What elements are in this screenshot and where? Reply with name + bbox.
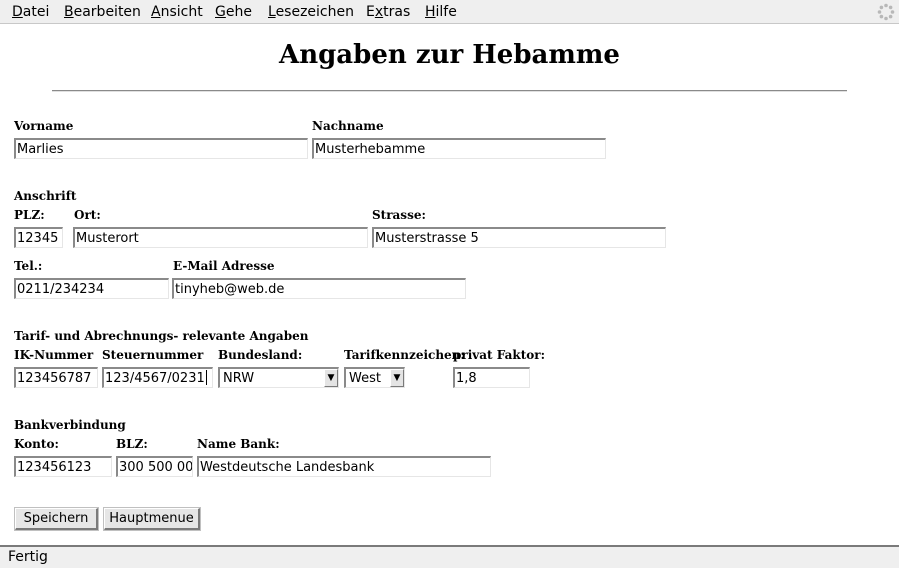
ort-input[interactable]: Musterort	[73, 227, 368, 248]
nachname-input[interactable]: Musterhebamme	[312, 138, 606, 159]
bundesland-value: NRW	[223, 371, 255, 386]
text-caret	[205, 370, 207, 385]
ik-label: IK-Nummer	[14, 348, 94, 362]
chevron-down-icon[interactable]: ▼	[324, 369, 338, 387]
chevron-down-icon[interactable]: ▼	[390, 369, 404, 387]
page-title: Angaben zur Hebamme	[279, 40, 620, 70]
plz-input[interactable]: 12345	[14, 227, 63, 248]
status-text: Fertig	[8, 549, 48, 565]
bundesland-select[interactable]: NRW ▼	[218, 367, 339, 388]
ort-label: Ort:	[74, 208, 101, 222]
ik-nummer-input[interactable]: 123456787	[14, 367, 98, 388]
privat-faktor-label: privat Faktor:	[453, 348, 545, 362]
privat-faktor-input[interactable]: 1,8	[453, 367, 530, 388]
plz-label: PLZ:	[14, 208, 45, 222]
tarifkennzeichen-value: West	[349, 371, 381, 386]
tarif-heading: Tarif- und Abrechnungs- relevante Angabe…	[14, 329, 309, 343]
menu-gehe[interactable]: Gehe	[215, 4, 252, 20]
steuernummer-label: Steuernummer	[102, 348, 204, 362]
blz-label: BLZ:	[116, 437, 148, 451]
name-bank-label: Name Bank:	[197, 437, 280, 451]
title-divider	[52, 90, 847, 92]
strasse-input[interactable]: Musterstrasse 5	[372, 227, 666, 248]
bundesland-label: Bundesland:	[218, 348, 303, 362]
menu-extras[interactable]: Extras	[366, 4, 410, 20]
konto-label: Konto:	[14, 437, 59, 451]
steuernummer-input[interactable]: 123/4567/0231	[102, 367, 213, 388]
menu-lesezeichen[interactable]: Lesezeichen	[268, 4, 354, 20]
menu-ansicht[interactable]: Ansicht	[151, 4, 203, 20]
steuernummer-value: 123/4567/0231	[105, 371, 205, 386]
vorname-label: Vorname	[14, 119, 74, 133]
throbber-icon	[877, 3, 895, 21]
menu-hilfe[interactable]: Hilfe	[425, 4, 457, 20]
konto-input[interactable]: 123456123	[14, 456, 112, 477]
name-bank-input[interactable]: Westdeutsche Landesbank	[197, 456, 491, 477]
tarifkennzeichen-label: Tarifkennzeichen:	[344, 348, 465, 362]
bank-heading: Bankverbindung	[14, 418, 126, 432]
vorname-input[interactable]: Marlies	[14, 138, 308, 159]
menubar: Datei Bearbeiten Ansicht Gehe Lesezeiche…	[0, 0, 899, 24]
tarifkennzeichen-select[interactable]: West ▼	[344, 367, 405, 388]
speichern-button[interactable]: Speichern	[14, 507, 99, 531]
tel-label: Tel.:	[14, 259, 43, 273]
nachname-label: Nachname	[312, 119, 384, 133]
statusbar: Fertig	[0, 545, 899, 568]
email-label: E-Mail Adresse	[173, 259, 275, 273]
anschrift-heading: Anschrift	[14, 189, 77, 203]
blz-input[interactable]: 300 500 00	[116, 456, 193, 477]
hauptmenue-button[interactable]: Hauptmenue	[103, 507, 201, 531]
menu-datei[interactable]: Datei	[12, 4, 49, 20]
strasse-label: Strasse:	[372, 208, 426, 222]
email-input[interactable]: tinyheb@web.de	[172, 278, 466, 299]
menu-bearbeiten[interactable]: Bearbeiten	[64, 4, 141, 20]
tel-input[interactable]: 0211/234234	[14, 278, 169, 299]
